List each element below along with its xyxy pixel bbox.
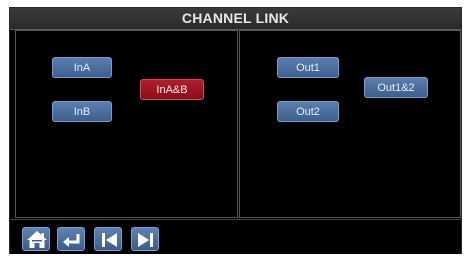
- return-button[interactable]: [57, 227, 85, 251]
- skip-previous-button[interactable]: [94, 227, 122, 251]
- input-a-button[interactable]: InA: [52, 57, 112, 78]
- skip-previous-icon: [102, 233, 117, 247]
- output-12-link-button[interactable]: Out1&2: [364, 77, 428, 98]
- home-icon: [27, 231, 47, 248]
- skip-next-button[interactable]: [131, 227, 159, 251]
- input-panel: InA InB InA&B: [15, 30, 238, 218]
- output-1-button[interactable]: Out1: [277, 57, 339, 78]
- output-2-button[interactable]: Out2: [277, 101, 339, 122]
- page-title: CHANNEL LINK: [10, 8, 461, 30]
- home-button[interactable]: [22, 227, 50, 251]
- navigation-bar: [10, 219, 461, 254]
- input-ab-link-button[interactable]: InA&B: [140, 79, 204, 100]
- skip-next-icon: [138, 233, 153, 247]
- output-panel: Out1 Out2 Out1&2: [239, 30, 461, 218]
- device-screen: CHANNEL LINK InA InB InA&B Out1 Out2 Out…: [9, 7, 462, 254]
- return-icon: [63, 234, 80, 247]
- input-b-button[interactable]: InB: [52, 101, 112, 122]
